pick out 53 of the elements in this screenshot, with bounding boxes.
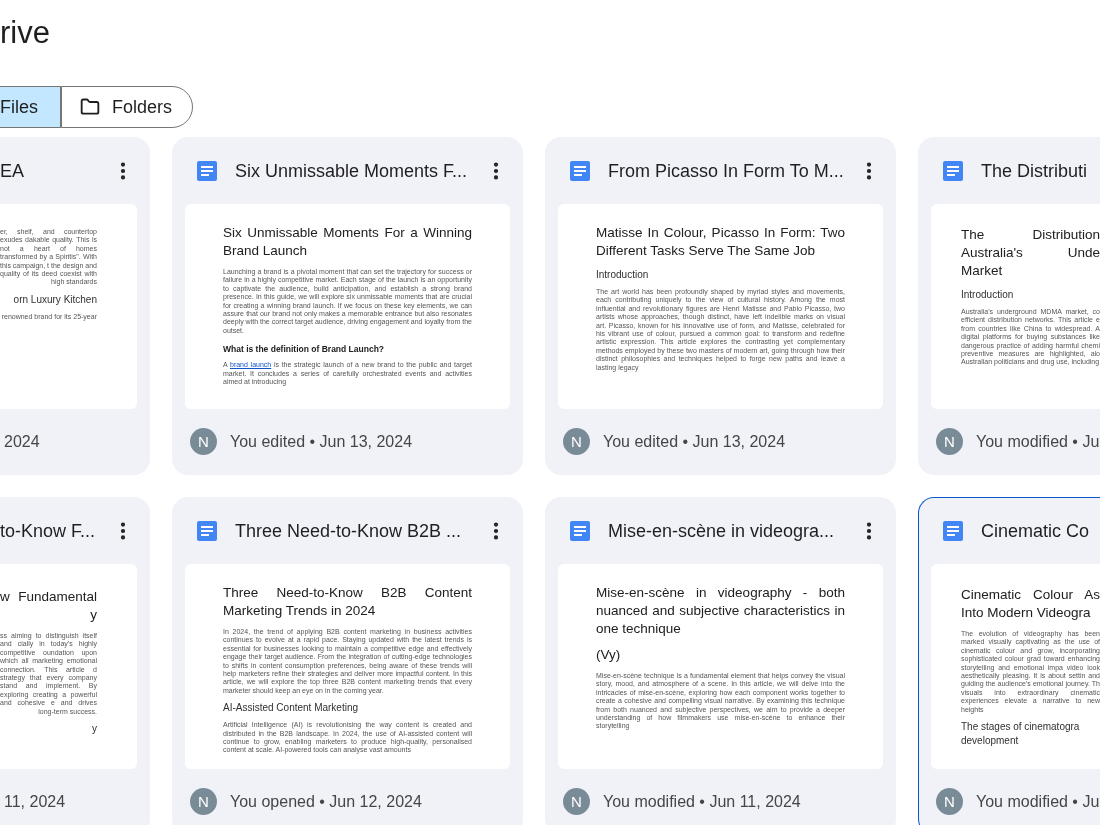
file-activity: You opened • Jun 12, 2024: [230, 792, 422, 811]
file-title: From Picasso In Form To M...: [607, 160, 843, 182]
file-activity: You edited • Jun 13, 2024: [603, 432, 786, 451]
avatar: N: [563, 428, 590, 455]
file-activity: You edited • Jun 13, 2024: [230, 432, 413, 451]
file-title: Three Need-to-Know B2B ...: [234, 520, 463, 542]
file-card[interactable]: [918, 137, 1100, 475]
document-icon: [570, 161, 590, 181]
document-title: Three Need-to-Know B2B Content Marketing Trends in 2024: [223, 584, 472, 620]
file-activity: You modified • Jun 11, 2024: [603, 792, 801, 811]
document-title: (Vy): [596, 646, 622, 664]
document-icon: [197, 161, 217, 181]
avatar: N: [936, 428, 963, 455]
file-card[interactable]: [545, 137, 896, 475]
document-heading: What is the definition of Brand Launch?: [223, 343, 386, 356]
file-activity: You modified • Ju: [976, 792, 1100, 811]
document-heading: The stages of cinematogra development: [961, 720, 1081, 749]
document-title: Six Unmissable Moments For a Winning Brand Launch: [223, 224, 472, 260]
file-card[interactable]: [545, 497, 896, 825]
view-toggle-segment[interactable]: Files: [0, 86, 61, 128]
document-heading: Introduction: [596, 268, 650, 282]
document-title: Matisse In Colour, Picasso In Form: Two Different Tasks Serve The Same Job: [596, 224, 845, 260]
file-activity: You modified • Ju: [976, 432, 1100, 451]
folder-icon: [80, 97, 100, 117]
file-title: Six Unmissable Moments F...: [234, 160, 469, 182]
document-icon: [570, 521, 590, 541]
document-icon: [197, 521, 217, 541]
view-toggle-segment[interactable]: Folders: [61, 86, 193, 128]
file-card[interactable]: [918, 497, 1100, 825]
file-title: The Distributi: [980, 160, 1089, 182]
document-title: Cinematic Colour As Into Modern Videogra: [961, 586, 1100, 622]
page-title: rive: [0, 14, 51, 52]
document-title: The Distribution Australia's Unde Market: [961, 226, 1100, 280]
document-heading: Introduction: [961, 288, 1015, 302]
file-card[interactable]: [172, 137, 523, 475]
avatar: N: [190, 428, 217, 455]
file-title: to-Know F...: [0, 520, 97, 542]
file-title: EA: [0, 160, 25, 182]
document-heading: orn Luxury Kitchen: [12, 292, 97, 307]
avatar: N: [190, 788, 217, 815]
avatar: N: [936, 788, 963, 815]
document-icon: [943, 161, 963, 181]
document-title: w Fundamental y: [0, 588, 97, 624]
file-title: Mise-en-scène in videogra...: [607, 520, 836, 542]
document-icon: [943, 521, 963, 541]
document-title: Mise-en-scène in videography - both nuanced and subjective characteristics in one technique: [596, 584, 845, 638]
file-activity: 11, 2024: [4, 792, 66, 811]
file-card[interactable]: [172, 497, 523, 825]
file-activity: 2024: [4, 432, 40, 451]
document-heading: AI-Assisted Content Marketing: [223, 701, 360, 716]
file-title: Cinematic Co: [980, 520, 1091, 542]
document-heading: y: [91, 722, 97, 737]
avatar: N: [563, 788, 590, 815]
